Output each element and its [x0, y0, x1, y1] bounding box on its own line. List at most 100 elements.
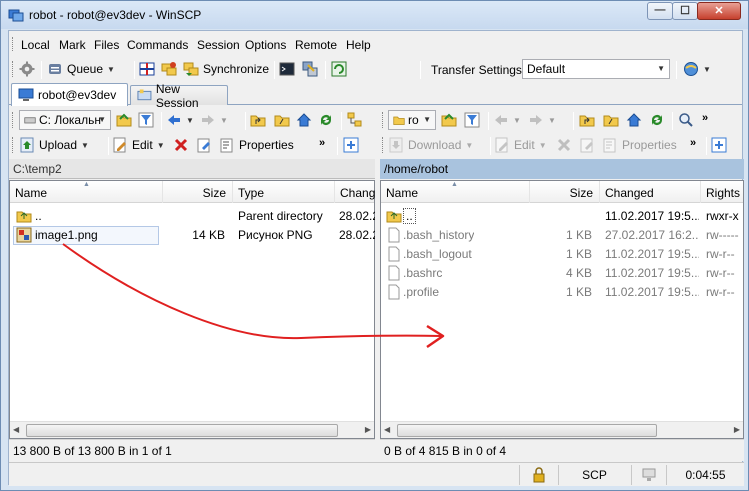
chevron-down-icon[interactable]: ▼: [107, 65, 115, 74]
file-name: image1.png: [35, 228, 98, 242]
forward-button[interactable]: ▼: [528, 110, 556, 130]
title-bar: robot - robot@ev3dev - WinSCP — ☐ ✕: [1, 1, 748, 29]
root-directory-button[interactable]: [603, 110, 619, 130]
new-item-button[interactable]: [343, 135, 359, 155]
properties-button[interactable]: Properties: [219, 135, 294, 155]
toolbar-grip[interactable]: [12, 61, 15, 77]
toolbar-overflow-icon[interactable]: »: [690, 137, 696, 149]
scrollbar-thumb[interactable]: [26, 424, 338, 437]
scroll-left-icon[interactable]: ◀: [384, 425, 390, 434]
chevron-down-icon[interactable]: ▼: [465, 141, 473, 150]
column-changed[interactable]: Changed: [600, 181, 701, 203]
menu-options[interactable]: Options: [245, 38, 286, 52]
properties-button[interactable]: Properties: [602, 135, 677, 155]
parent-directory-button[interactable]: [250, 110, 266, 130]
maximize-button[interactable]: ☐: [672, 2, 698, 20]
download-button[interactable]: Download ▼: [388, 135, 473, 155]
edit-button[interactable]: Edit ▼: [494, 135, 547, 155]
file-row[interactable]: .profile 1 KB 11.02.2017 19:5... rw-r--: [381, 283, 743, 302]
back-button[interactable]: ▼: [166, 110, 194, 130]
chevron-down-icon[interactable]: ▼: [157, 141, 165, 150]
open-terminal-button[interactable]: [279, 59, 295, 79]
file-size: 1 KB: [565, 247, 592, 261]
file-row[interactable]: .. Parent directory 28.02.2: [10, 207, 375, 226]
find-files-button[interactable]: [347, 110, 363, 130]
filter-button[interactable]: [138, 110, 154, 130]
file-row[interactable]: .. 11.02.2017 19:5... rwxr-x: [381, 207, 743, 226]
local-horizontal-scrollbar[interactable]: ◀ ▶: [10, 421, 374, 438]
refresh-button[interactable]: [649, 110, 665, 130]
open-putty-button[interactable]: [302, 59, 318, 79]
upload-button[interactable]: Upload ▼: [19, 135, 89, 155]
toolbar-overflow-icon[interactable]: »: [319, 137, 325, 149]
toolbar-grip[interactable]: [382, 137, 385, 153]
synchronize-button[interactable]: Synchronize: [183, 59, 269, 79]
close-button[interactable]: ✕: [697, 2, 741, 20]
refresh-button[interactable]: [318, 110, 334, 130]
transfer-settings-combo[interactable]: Default ▼: [522, 59, 670, 79]
file-row[interactable]: .bash_logout 1 KB 11.02.2017 19:5... rw-…: [381, 245, 743, 264]
column-name[interactable]: ▲ Name: [381, 181, 530, 203]
local-path: C:\temp2: [13, 161, 62, 176]
scroll-left-icon[interactable]: ◀: [13, 425, 19, 434]
column-name[interactable]: ▲ Name: [10, 181, 163, 203]
new-item-button[interactable]: [711, 135, 727, 155]
home-directory-button[interactable]: [626, 110, 642, 130]
remote-horizontal-scrollbar[interactable]: ◀ ▶: [381, 421, 743, 438]
rename-button[interactable]: [579, 135, 595, 155]
toolbar-grip[interactable]: [12, 112, 15, 128]
scrollbar-thumb[interactable]: [397, 424, 657, 437]
column-size[interactable]: Size: [163, 181, 233, 203]
menu-mark[interactable]: Mark: [59, 38, 86, 52]
preferences-button[interactable]: [19, 59, 35, 79]
chevron-down-icon[interactable]: ▼: [81, 141, 89, 150]
open-directory-button[interactable]: [441, 110, 457, 130]
scroll-right-icon[interactable]: ▶: [365, 425, 371, 434]
open-directory-button[interactable]: [116, 110, 132, 130]
toolbar-grip[interactable]: [12, 137, 15, 153]
column-type[interactable]: Type: [233, 181, 335, 203]
toolbar-overflow-icon[interactable]: »: [702, 112, 708, 124]
menu-files[interactable]: Files: [94, 38, 119, 52]
tab-new-session[interactable]: New Session: [130, 82, 228, 110]
edit-button[interactable]: Edit ▼: [112, 135, 165, 155]
refresh-session-button[interactable]: [331, 59, 347, 79]
tab-label: robot@ev3dev: [38, 88, 117, 102]
delete-button[interactable]: [173, 135, 189, 155]
toolbar-grip[interactable]: [12, 37, 15, 51]
forward-button[interactable]: ▼: [200, 110, 228, 130]
queue-button[interactable]: Queue ▼: [47, 59, 115, 79]
menu-local[interactable]: Local: [21, 38, 50, 52]
menu-commands[interactable]: Commands: [127, 38, 188, 52]
minimize-button[interactable]: —: [647, 2, 673, 20]
column-size[interactable]: Size: [530, 181, 600, 203]
home-directory-button[interactable]: [296, 110, 312, 130]
synchronize-browsing-button[interactable]: [161, 59, 177, 79]
column-rights[interactable]: Rights: [701, 181, 745, 203]
column-changed[interactable]: Chang: [335, 181, 376, 203]
file-row[interactable]: .bash_history 1 KB 27.02.2017 16:2... rw…: [381, 226, 743, 245]
parent-directory-button[interactable]: [579, 110, 595, 130]
root-directory-button[interactable]: [274, 110, 290, 130]
filter-button[interactable]: [464, 110, 480, 130]
file-changed: 11.02.2017 19:5...: [605, 285, 699, 299]
menu-session[interactable]: Session: [197, 38, 240, 52]
file-row-selected[interactable]: image1.png 14 KB Рисунок PNG 28.02.2: [10, 226, 375, 245]
find-files-button[interactable]: [678, 110, 694, 130]
scroll-right-icon[interactable]: ▶: [734, 425, 740, 434]
compare-directories-button[interactable]: [139, 59, 155, 79]
menu-remote[interactable]: Remote: [295, 38, 337, 52]
tab-robot-ev3dev[interactable]: robot@ev3dev: [11, 83, 128, 106]
chevron-down-icon[interactable]: ▼: [539, 141, 547, 150]
remote-drive-value: ro: [408, 113, 419, 127]
toolbar-grip[interactable]: [382, 112, 385, 128]
toolbar-separator: [325, 61, 326, 79]
delete-button[interactable]: [556, 135, 572, 155]
rename-button[interactable]: [196, 135, 212, 155]
menu-help[interactable]: Help: [346, 38, 371, 52]
back-button[interactable]: ▼: [493, 110, 521, 130]
remote-directory-combo[interactable]: ro ▼: [388, 110, 436, 130]
file-row[interactable]: .bashrc 4 KB 11.02.2017 19:5... rw-r--: [381, 264, 743, 283]
transfer-options-button[interactable]: ▼: [683, 59, 711, 79]
local-drive-combo[interactable]: C: Локальн ▼: [19, 110, 111, 130]
